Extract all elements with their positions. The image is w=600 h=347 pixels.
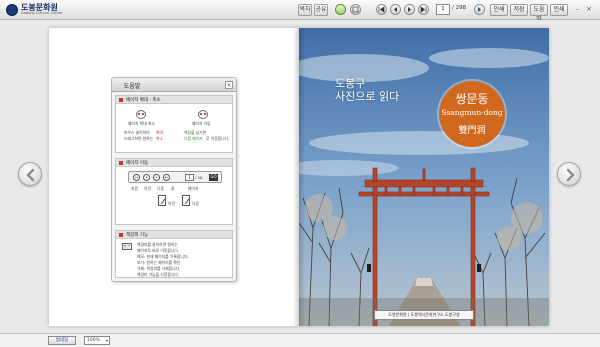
move-label-prev: 이전	[144, 186, 151, 191]
zoom-hint-label: 페이지 확대 축소	[128, 121, 155, 126]
cover-title-line1: 도봉구	[335, 77, 366, 90]
neighborhood-badge: 쌍문동 Ssangmun-dong 雙門洞	[439, 81, 505, 147]
move-label-last: 끝	[171, 186, 175, 191]
go-button[interactable]	[474, 4, 485, 15]
status-bar: 썸네일 100% ▾	[0, 333, 600, 347]
bookmark-button-sample: + −	[122, 243, 132, 250]
cover-title-line2: 사진으로 읽다	[335, 90, 400, 103]
badge-hanja: 雙門洞	[458, 126, 486, 136]
prev-page-button[interactable]	[390, 4, 401, 15]
comment-icon[interactable]	[335, 4, 346, 15]
zoom-desc-2: 드래그하면 원하는	[124, 136, 154, 141]
chevron-down-icon: ▾	[105, 338, 108, 343]
toolbar: 도봉문화원 Dobong Cultural Center 목차 공유 1 / 2…	[0, 0, 600, 23]
open-book: 도움말 × 페이지 확대 · 축소 페이지 확대 축소 페이지 이동 마우스 클…	[49, 28, 549, 326]
help-section-move: 페이지 이동 |◂ ◂ ▸ ▸| 1 / 58 GO 처음 이전 다음 끝 페이…	[115, 158, 233, 225]
badge-korean: 쌍문동	[455, 92, 489, 106]
close-icon[interactable]: ×	[225, 81, 233, 89]
bullet-icon	[119, 161, 123, 165]
last-page-button[interactable]	[418, 4, 429, 15]
mini-page-controls: |◂ ◂ ▸ ▸| 1 / 58 GO	[128, 171, 222, 183]
left-page[interactable]: 도움말 × 페이지 확대 · 축소 페이지 확대 축소 페이지 이동 마우스 클…	[49, 28, 299, 326]
book-stage: 도움말 × 페이지 확대 · 축소 페이지 확대 축소 페이지 이동 마우스 클…	[0, 20, 600, 333]
thumbnail-button[interactable]: 썸네일	[48, 336, 76, 345]
chevron-left-icon	[26, 168, 35, 182]
badge-english: Ssangmun-dong	[441, 108, 503, 117]
bullet-icon	[119, 233, 123, 237]
page-number-input[interactable]: 1	[436, 4, 450, 15]
next-arrow-button[interactable]	[557, 162, 581, 186]
move-label-next: 다음	[157, 186, 164, 191]
chevron-right-icon	[566, 168, 575, 182]
right-page-cover[interactable]: 도봉구 사진으로 읽다 쌍문동 Ssangmun-dong 雙門洞 도봉문화원 …	[299, 28, 549, 326]
help-panel-header: 도움말 ×	[112, 78, 236, 92]
prev-page-icon: ◂	[143, 174, 150, 181]
extra-button[interactable]: 인쇄	[550, 4, 568, 16]
move-hint-icon	[198, 110, 208, 119]
zoom-desc-highlight-2: 축소	[156, 136, 163, 141]
minimize-icon[interactable]: –	[572, 5, 582, 15]
help-panel-title: 도움말	[123, 83, 141, 90]
move-label-page: 페이지	[188, 186, 199, 191]
help-section-title: 페이지 확대 · 축소	[126, 97, 161, 103]
zoom-value: 100%	[87, 338, 100, 343]
help-panel: 도움말 × 페이지 확대 · 축소 페이지 확대 축소 페이지 이동 마우스 클…	[111, 77, 237, 282]
publisher-label: 도봉문화원 | 도봉역사문화연구소 도봉구청	[374, 310, 474, 320]
drag-card-icon	[182, 195, 190, 206]
prev-arrow-button[interactable]	[18, 162, 42, 186]
help-section-bookmark: 책갈피 기능 + − 책갈피를 클릭하면 원하는 페이지로 바로 이동합니다. …	[115, 230, 233, 278]
cover-photo	[299, 28, 549, 326]
zoom-select[interactable]: 100% ▾	[84, 336, 110, 345]
close-icon[interactable]: ×	[584, 5, 594, 15]
zoom-hint-icon	[136, 110, 146, 119]
logo-subtitle: Dobong Cultural Center	[21, 11, 63, 16]
help-section-zoom: 페이지 확대 · 축소 페이지 확대 축소 페이지 이동 마우스 클릭하여 확대…	[115, 95, 233, 153]
first-page-button[interactable]	[376, 4, 387, 15]
cover-title: 도봉구 사진으로 읽다	[335, 77, 399, 103]
move-desc-highlight: 다음 페이지	[184, 136, 203, 141]
app-logo[interactable]: 도봉문화원 Dobong Cultural Center	[6, 2, 62, 18]
bullet-icon	[119, 98, 123, 102]
drag-label-prev: 이전	[168, 201, 175, 206]
move-hint-label: 페이지 이동	[192, 121, 211, 126]
help-section-title: 페이지 이동	[126, 160, 149, 166]
mini-page-total: / 58	[195, 175, 203, 180]
toc-button[interactable]: 목차	[298, 4, 312, 16]
last-page-icon: ▸|	[163, 174, 170, 181]
help-section-title: 책갈피 기능	[126, 232, 149, 238]
book-spine	[293, 28, 305, 326]
save-button[interactable]: 저장	[510, 4, 528, 16]
page-total: / 298	[452, 5, 467, 11]
mini-go-button: GO	[209, 174, 218, 181]
next-page-button[interactable]	[404, 4, 415, 15]
share-button[interactable]: 공유	[314, 4, 328, 16]
mini-page-input: 1	[185, 174, 194, 181]
help-button[interactable]: 도움말	[530, 4, 548, 23]
first-page-icon: |◂	[133, 174, 140, 181]
next-page-icon: ▸	[153, 174, 160, 181]
ebook-viewer: 도봉문화원 Dobong Cultural Center 목차 공유 1 / 2…	[0, 0, 600, 347]
print-button[interactable]: 인쇄	[490, 4, 508, 16]
move-desc-2: 로 이동합니다.	[206, 136, 230, 141]
page-icon[interactable]	[350, 4, 361, 15]
move-label-first: 처음	[131, 186, 138, 191]
logo-emblem-icon	[6, 4, 18, 16]
drag-label-next: 다음	[192, 201, 199, 206]
bookmark-desc-6: 책갈피 기능을 사용합니다.	[137, 272, 180, 277]
drag-card-icon	[158, 195, 166, 206]
